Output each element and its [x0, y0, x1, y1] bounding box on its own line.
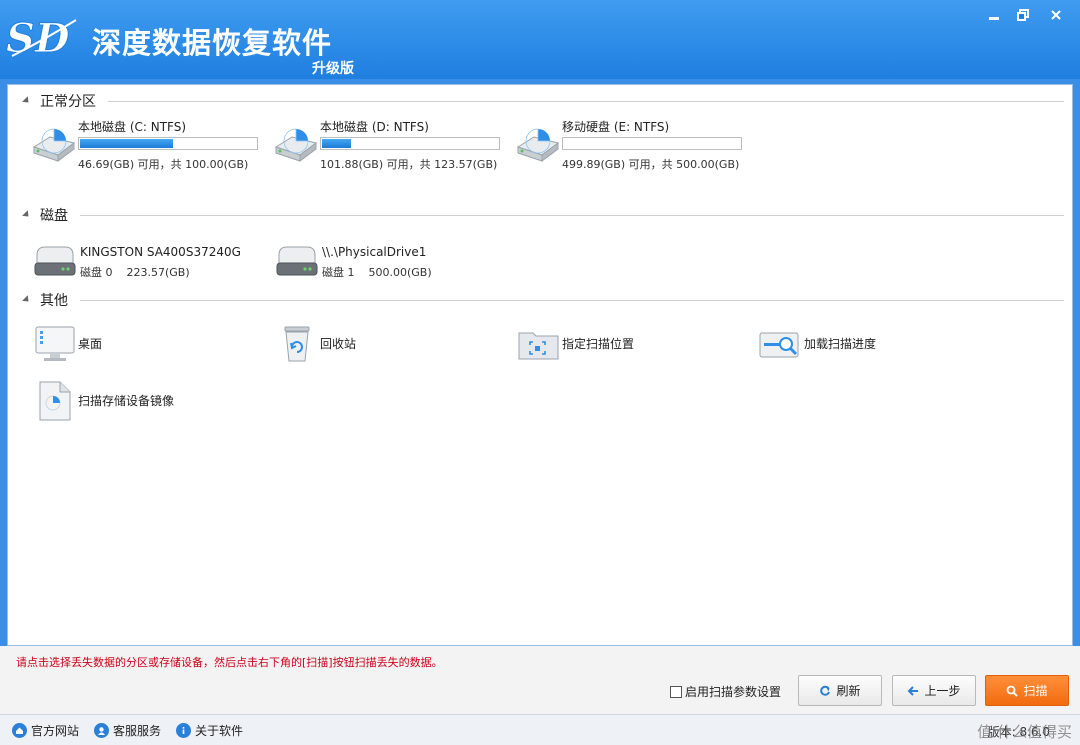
restore-icon: [1017, 9, 1029, 21]
section-others-header[interactable]: 其他: [22, 290, 68, 310]
other-label: 指定扫描位置: [562, 337, 635, 351]
partition-item-e[interactable]: 移动硬盘 (E: NTFS) 499.89(GB) 可用，共 500.00(GB…: [514, 119, 742, 172]
main-panel: 正常分区 本地磁盘 (C: NTFS) 46.69(GB) 可用，共 100.0…: [7, 84, 1073, 646]
official-site-label: 官方网站: [31, 724, 80, 738]
hard-drive-icon: [34, 246, 76, 276]
about-link[interactable]: 关于软件: [176, 722, 243, 739]
other-label: 桌面: [78, 337, 103, 351]
partition-size: 46.69(GB) 可用，共 100.00(GB): [78, 158, 249, 171]
other-label: 扫描存储设备镜像: [78, 394, 175, 408]
checkbox-label: 启用扫描参数设置: [685, 685, 782, 699]
partition-size: 101.88(GB) 可用，共 123.57(GB): [320, 158, 498, 171]
recycle-bin-icon: [284, 326, 310, 362]
hard-drive-icon: [276, 246, 318, 276]
app-title: 深度数据恢复软件: [92, 26, 333, 60]
partition-disk-icon: [274, 128, 318, 162]
usage-bar: [320, 137, 500, 150]
title-bar: SD 深度数据恢复软件 升级版: [0, 0, 1080, 79]
customer-service-link[interactable]: 客服服务: [94, 722, 161, 739]
disk-size: 500.00(GB): [368, 266, 432, 279]
section-divider: [80, 300, 1064, 301]
folder-scan-icon: [518, 332, 559, 360]
home-icon: [12, 723, 27, 738]
section-title: 其他: [40, 293, 68, 309]
about-label: 关于软件: [195, 724, 244, 738]
other-item-recycle-bin[interactable]: 回收站: [274, 321, 356, 367]
partition-size: 499.89(GB) 可用，共 500.00(GB): [562, 158, 740, 171]
desktop-icon: [35, 326, 75, 361]
usage-bar: [562, 137, 742, 150]
partition-name: 移动硬盘 (E: NTFS): [562, 120, 670, 134]
customer-service-icon: [94, 723, 109, 738]
back-button[interactable]: 上一步: [892, 675, 976, 706]
partition-name: 本地磁盘 (C: NTFS): [78, 120, 187, 134]
section-title: 正常分区: [40, 94, 96, 110]
collapse-triangle-icon: [22, 209, 32, 219]
usage-bar-fill: [322, 139, 352, 148]
customer-service-label: 客服服务: [113, 724, 162, 738]
minimize-button[interactable]: [978, 3, 1010, 27]
disk-size: 223.57(GB): [126, 266, 190, 279]
refresh-icon: [820, 685, 831, 696]
refresh-button[interactable]: 刷新: [798, 675, 882, 706]
disk-item-0[interactable]: KINGSTON SA400S37240G 磁盘 0 223.57(GB): [32, 239, 241, 285]
other-label: 回收站: [320, 337, 357, 351]
other-item-load-progress[interactable]: 加载扫描进度: [758, 321, 876, 367]
close-icon: [1051, 10, 1061, 20]
refresh-label: 刷新: [836, 684, 861, 698]
maximize-button[interactable]: [1007, 3, 1039, 27]
collapse-triangle-icon: [22, 294, 32, 304]
scan-settings-checkbox[interactable]: 启用扫描参数设置: [670, 683, 781, 700]
partition-name: 本地磁盘 (D: NTFS): [320, 120, 429, 134]
other-label: 加载扫描进度: [804, 337, 877, 351]
load-progress-icon: [759, 332, 799, 358]
usage-bar-fill: [80, 139, 173, 148]
usage-bar: [78, 137, 258, 150]
watermark: 值 什么值得买: [977, 723, 1072, 741]
checkbox-box[interactable]: [670, 685, 682, 698]
partition-disk-icon: [516, 128, 560, 162]
close-button[interactable]: [1040, 3, 1072, 27]
disk-item-1[interactable]: \\.\PhysicalDrive1 磁盘 1 500.00(GB): [274, 239, 432, 285]
section-disks-header[interactable]: 磁盘: [22, 205, 68, 225]
partition-item-c[interactable]: 本地磁盘 (C: NTFS) 46.69(GB) 可用，共 100.00(GB): [30, 119, 258, 172]
back-label: 上一步: [924, 684, 961, 698]
hint-text: 请点击选择丢失数据的分区或存储设备，然后点击右下角的[扫描]按钮扫描丢失的数据。: [16, 656, 443, 669]
other-item-desktop[interactable]: 桌面: [32, 321, 102, 367]
section-divider: [80, 215, 1064, 216]
search-icon: [1007, 685, 1019, 697]
minimize-icon: [989, 17, 999, 20]
arrow-left-icon: [908, 685, 919, 696]
other-item-disk-image[interactable]: 扫描存储设备镜像: [32, 378, 174, 424]
section-title: 磁盘: [40, 208, 68, 224]
partition-item-d[interactable]: 本地磁盘 (D: NTFS) 101.88(GB) 可用，共 123.57(GB…: [272, 119, 500, 172]
disk-label: 磁盘 0: [80, 266, 113, 279]
collapse-triangle-icon: [22, 95, 32, 105]
other-item-specify-location[interactable]: 指定扫描位置: [516, 321, 634, 367]
sd-logo-icon: SD: [6, 15, 77, 62]
scan-button[interactable]: 扫描: [985, 675, 1069, 706]
disk-name: \\.\PhysicalDrive1: [322, 245, 427, 259]
partition-disk-icon: [32, 128, 76, 162]
section-divider: [108, 101, 1064, 102]
section-partitions-header[interactable]: 正常分区: [22, 91, 96, 111]
disk-name: KINGSTON SA400S37240G: [80, 245, 241, 259]
info-icon: [176, 723, 191, 738]
app-edition: 升级版: [312, 61, 354, 77]
disk-image-icon: [39, 381, 71, 421]
disk-label: 磁盘 1: [322, 266, 355, 279]
status-bar: 官方网站 客服服务 关于软件 版本: 8.6.0 值 什么值得买: [0, 714, 1080, 745]
official-site-link[interactable]: 官方网站: [12, 722, 79, 739]
scan-label: 扫描: [1023, 684, 1048, 698]
